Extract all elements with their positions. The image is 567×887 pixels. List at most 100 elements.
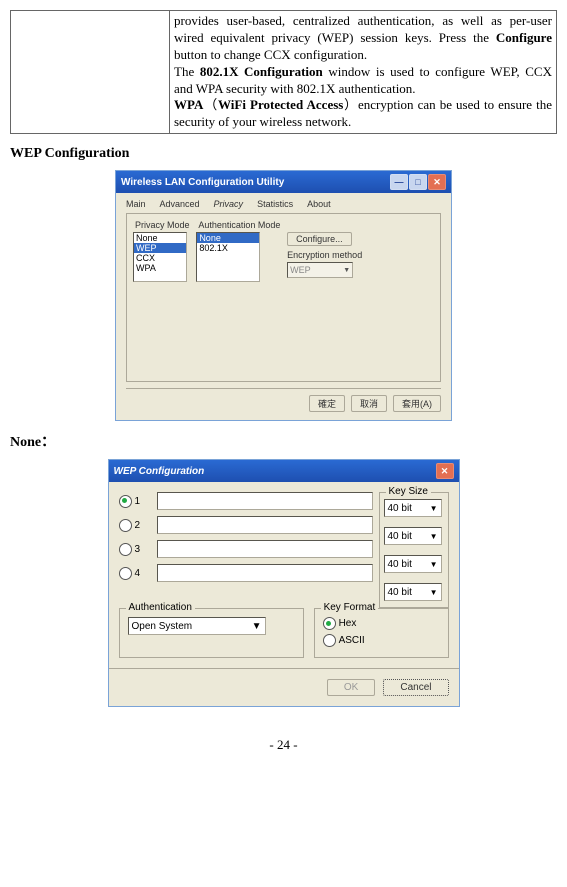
key-size-combo-4[interactable]: 40 bit ▼ bbox=[384, 583, 442, 601]
radio-icon bbox=[323, 634, 336, 647]
chevron-down-icon: ▼ bbox=[252, 621, 262, 632]
section-sub: None： bbox=[10, 431, 557, 451]
authentication-legend: Authentication bbox=[126, 602, 195, 613]
cancel-button[interactable]: 取消 bbox=[351, 395, 387, 412]
tab-about[interactable]: About bbox=[307, 199, 331, 211]
text: button to change CCX configuration. bbox=[174, 47, 367, 62]
privacy-mode-group: Privacy Mode None WEP CCX WPA bbox=[133, 220, 190, 282]
label: Hex bbox=[339, 618, 357, 629]
desc-paragraph-2: The 802.1X Configuration window is used … bbox=[174, 64, 552, 98]
list-item[interactable]: None bbox=[197, 233, 259, 243]
tab-body: Privacy Mode None WEP CCX WPA Authentica… bbox=[126, 213, 441, 382]
auth-mode-group: Authentication Mode None 802.1X bbox=[196, 220, 280, 282]
key-input-4[interactable] bbox=[157, 564, 373, 582]
chevron-down-icon: ▼ bbox=[430, 560, 438, 569]
wep-config-window: WEP Configuration ✕ 1 2 3 4 Key bbox=[108, 459, 460, 707]
authentication-fieldset: Authentication Open System ▼ bbox=[119, 608, 304, 658]
encryption-combo[interactable]: WEP ▼ bbox=[287, 262, 353, 278]
ok-button[interactable]: OK bbox=[327, 679, 375, 696]
right-controls: Configure... Encryption method WEP ▼ bbox=[287, 220, 362, 278]
description-table: provides user-based, centralized authent… bbox=[10, 10, 557, 134]
desc-right-cell: provides user-based, centralized authent… bbox=[170, 11, 557, 134]
chevron-down-icon: ▼ bbox=[430, 504, 438, 513]
chevron-down-icon: ▼ bbox=[430, 532, 438, 541]
auth-mode-label: Authentication Mode bbox=[198, 220, 280, 230]
label: 1 bbox=[135, 496, 141, 507]
window-title: WEP Configuration bbox=[114, 466, 205, 477]
text: The bbox=[174, 64, 200, 79]
ok-button[interactable]: 確定 bbox=[309, 395, 345, 412]
tab-statistics[interactable]: Statistics bbox=[257, 199, 293, 211]
combo-value: 40 bit bbox=[388, 587, 412, 598]
label: 2 bbox=[135, 520, 141, 531]
desc-left-cell bbox=[11, 11, 170, 134]
combo-value: Open System bbox=[132, 621, 193, 632]
text: （ bbox=[203, 97, 218, 112]
desc-paragraph-3: WPA（WiFi Protected Access）encryption can… bbox=[174, 97, 552, 131]
hex-radio[interactable]: Hex bbox=[323, 617, 440, 630]
privacy-mode-label: Privacy Mode bbox=[135, 220, 190, 230]
configure-bold: Configure bbox=[496, 30, 552, 45]
bold: WiFi Protected Access bbox=[218, 97, 343, 112]
privacy-mode-list[interactable]: None WEP CCX WPA bbox=[133, 232, 187, 282]
wlan-utility-window: Wireless LAN Configuration Utility — □ ✕… bbox=[115, 170, 452, 421]
page-number: - 24 - bbox=[10, 737, 557, 753]
key-input-1[interactable] bbox=[157, 492, 373, 510]
tabs: Main Advanced Privacy Statistics About bbox=[116, 193, 451, 211]
tab-main[interactable]: Main bbox=[126, 199, 146, 211]
combo-value: 40 bit bbox=[388, 531, 412, 542]
radio-icon bbox=[119, 519, 132, 532]
label: 3 bbox=[135, 544, 141, 555]
configure-button[interactable]: Configure... bbox=[287, 232, 352, 246]
radio-icon bbox=[119, 567, 132, 580]
key-input-3[interactable] bbox=[157, 540, 373, 558]
wep-button-row: OK Cancel bbox=[109, 669, 459, 706]
key-radio-1[interactable]: 1 bbox=[119, 495, 149, 508]
key-size-combo-3[interactable]: 40 bit ▼ bbox=[384, 555, 442, 573]
key-input-2[interactable] bbox=[157, 516, 373, 534]
list-item[interactable]: CCX bbox=[134, 253, 186, 263]
key-size-combo-1[interactable]: 40 bit ▼ bbox=[384, 499, 442, 517]
minimize-icon[interactable]: — bbox=[390, 174, 408, 190]
key-size-combo-2[interactable]: 40 bit ▼ bbox=[384, 527, 442, 545]
list-item[interactable]: None bbox=[134, 233, 186, 243]
label: 4 bbox=[135, 568, 141, 579]
key-size-legend: Key Size bbox=[386, 486, 431, 497]
radio-icon bbox=[119, 543, 132, 556]
wep-body: 1 2 3 4 Key Size 40 bit▼ 40 bit▼ 40 b bbox=[109, 482, 459, 668]
dialog-button-row: 確定 取消 套用(A) bbox=[116, 389, 451, 420]
auth-mode-list[interactable]: None 802.1X bbox=[196, 232, 260, 282]
combo-value: 40 bit bbox=[388, 503, 412, 514]
combo-value: 40 bit bbox=[388, 559, 412, 570]
chevron-down-icon: ▼ bbox=[430, 588, 438, 597]
combo-value: WEP bbox=[290, 265, 311, 275]
tab-advanced[interactable]: Advanced bbox=[160, 199, 200, 211]
key-format-legend: Key Format bbox=[321, 602, 379, 613]
tab-privacy[interactable]: Privacy bbox=[214, 199, 244, 211]
list-item[interactable]: WEP bbox=[134, 243, 186, 253]
desc-paragraph-1: provides user-based, centralized authent… bbox=[174, 13, 552, 64]
radio-icon bbox=[119, 495, 132, 508]
chevron-down-icon: ▼ bbox=[343, 267, 350, 274]
section-heading: WEP Configuration bbox=[10, 146, 557, 162]
list-item[interactable]: 802.1X bbox=[197, 243, 259, 253]
radio-icon bbox=[323, 617, 336, 630]
maximize-icon[interactable]: □ bbox=[409, 174, 427, 190]
apply-button[interactable]: 套用(A) bbox=[393, 395, 441, 412]
ascii-radio[interactable]: ASCII bbox=[323, 634, 440, 647]
key-radio-4[interactable]: 4 bbox=[119, 567, 149, 580]
bold: 802.1X Configuration bbox=[200, 64, 323, 79]
key-radio-2[interactable]: 2 bbox=[119, 519, 149, 532]
encryption-label: Encryption method bbox=[287, 250, 362, 260]
window-title: Wireless LAN Configuration Utility bbox=[121, 177, 284, 188]
key-format-fieldset: Key Format Hex ASCII bbox=[314, 608, 449, 658]
key-radio-3[interactable]: 3 bbox=[119, 543, 149, 556]
close-icon[interactable]: ✕ bbox=[428, 174, 446, 190]
authentication-combo[interactable]: Open System ▼ bbox=[128, 617, 266, 635]
list-item[interactable]: WPA bbox=[134, 263, 186, 273]
label: ASCII bbox=[339, 635, 365, 646]
titlebar[interactable]: Wireless LAN Configuration Utility — □ ✕ bbox=[116, 171, 451, 193]
titlebar[interactable]: WEP Configuration ✕ bbox=[109, 460, 459, 482]
cancel-button[interactable]: Cancel bbox=[383, 679, 448, 696]
close-icon[interactable]: ✕ bbox=[436, 463, 454, 479]
